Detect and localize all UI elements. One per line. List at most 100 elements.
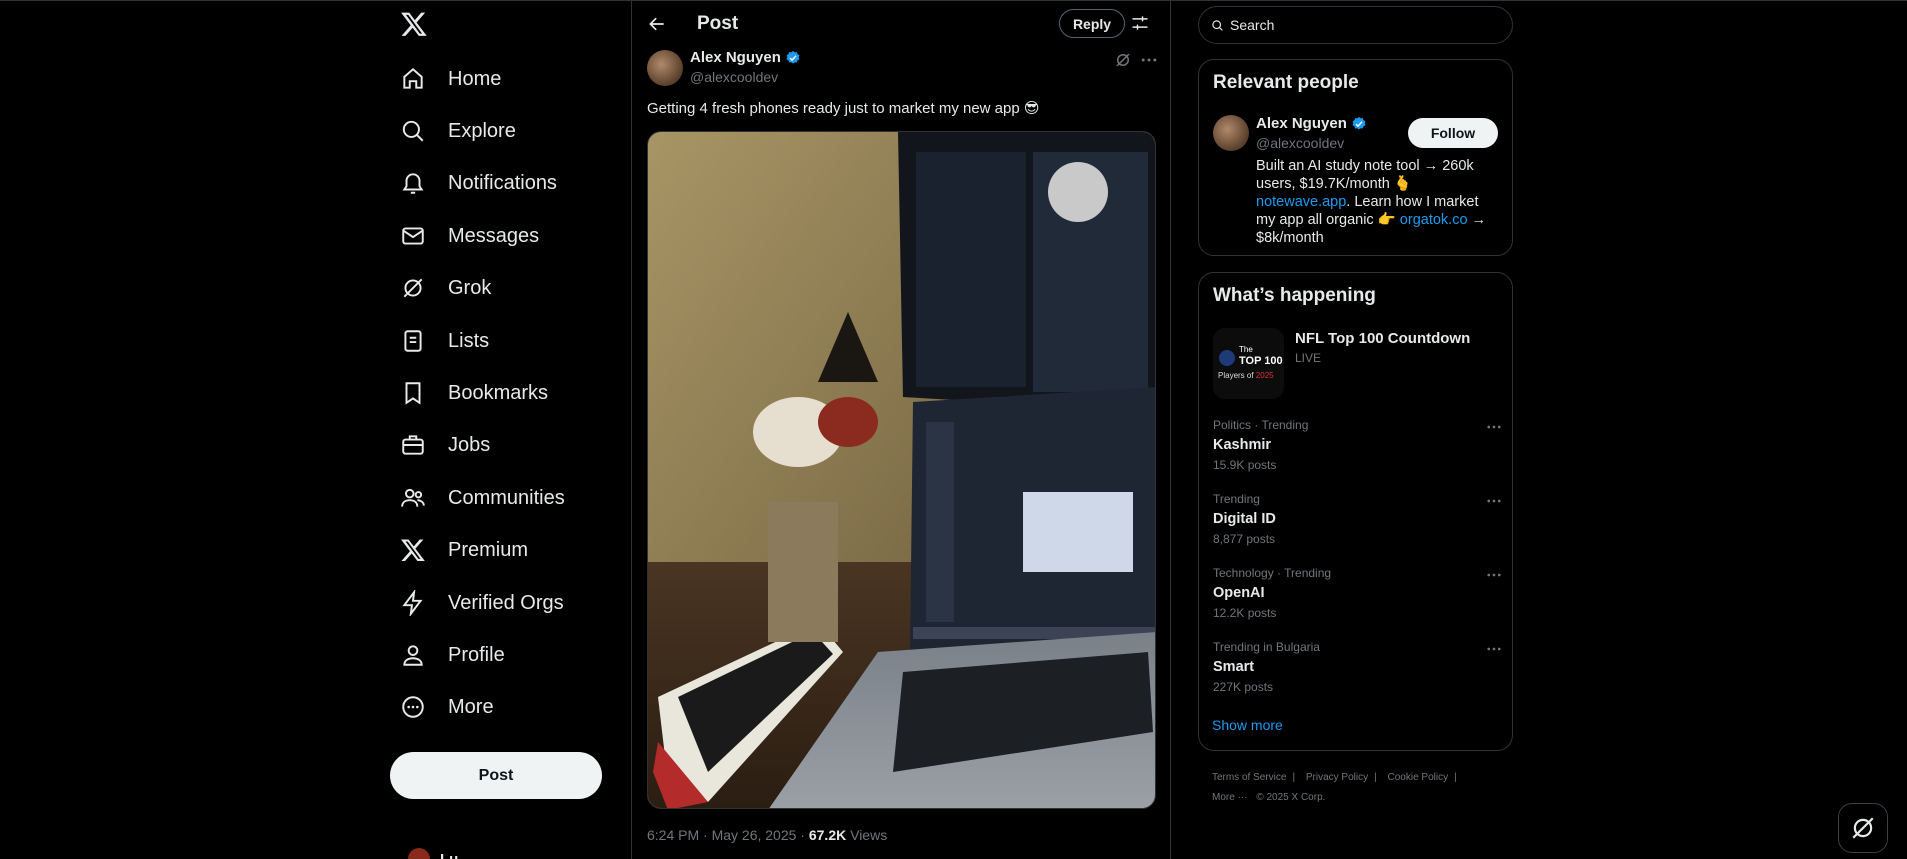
featured-trend-status: LIVE bbox=[1295, 351, 1322, 365]
trend-name: Kashmir bbox=[1213, 437, 1272, 453]
nav-item-bookmarks[interactable]: Bookmarks bbox=[400, 373, 548, 413]
relevant-person-name[interactable]: Alex Nguyen bbox=[1256, 115, 1367, 132]
x-logo-icon bbox=[400, 539, 425, 562]
page-title: Post bbox=[697, 13, 739, 34]
more-options-icon[interactable] bbox=[1485, 566, 1503, 584]
footer-more-link[interactable]: More ··· bbox=[1212, 792, 1248, 803]
people-icon bbox=[401, 488, 425, 507]
post-image[interactable] bbox=[647, 131, 1156, 809]
avatar bbox=[408, 848, 430, 859]
relevant-person-bio: Built an AI study note tool → 260k users… bbox=[1256, 157, 1501, 247]
privacy-link[interactable]: Privacy Policy bbox=[1306, 772, 1368, 783]
whats-happening-card: What’s happening The TOP 100 Players of … bbox=[1198, 272, 1513, 751]
home-icon bbox=[403, 67, 423, 89]
trend-item[interactable]: Technology · Trending OpenAI 12.2K posts bbox=[1213, 566, 1503, 620]
sidebar-nav: Home Explore Notifications Messages Grok… bbox=[388, 0, 632, 859]
post-button[interactable]: Post bbox=[390, 752, 602, 799]
author-handle[interactable]: @alexcooldev bbox=[690, 69, 778, 85]
verified-badge-icon bbox=[1352, 116, 1366, 130]
trend-context: Trending bbox=[1213, 492, 1260, 506]
nav-item-communities[interactable]: Communities bbox=[400, 478, 565, 518]
x-app: Home Explore Notifications Messages Grok… bbox=[0, 0, 1907, 859]
nav-item-explore[interactable]: Explore bbox=[400, 111, 516, 151]
nav-item-verified-orgs[interactable]: Verified Orgs bbox=[400, 583, 564, 623]
account-switcher[interactable]: Lu... bbox=[408, 848, 471, 859]
trend-context: Technology · Trending bbox=[1213, 566, 1332, 580]
relevant-person-handle[interactable]: @alexcooldev bbox=[1256, 135, 1344, 151]
trend-item[interactable]: Politics · Trending Kashmir 15.9K posts bbox=[1213, 418, 1503, 472]
list-icon bbox=[404, 330, 422, 352]
lightning-icon bbox=[402, 590, 423, 616]
person-icon bbox=[403, 645, 423, 666]
post-meta: 6:24 PM · May 26, 2025 · 67.2K Views bbox=[647, 827, 887, 843]
verified-badge-icon bbox=[786, 50, 800, 64]
trend-name: Digital ID bbox=[1213, 511, 1276, 527]
relevant-people-title: Relevant people bbox=[1213, 72, 1359, 93]
search-icon bbox=[402, 120, 424, 142]
trend-count: 12.2K posts bbox=[1213, 606, 1277, 620]
grok-icon[interactable] bbox=[1114, 51, 1132, 69]
nav-item-premium[interactable]: Premium bbox=[400, 530, 528, 570]
thumb-caption: Players of bbox=[1218, 371, 1256, 380]
nav-item-more[interactable]: More bbox=[400, 687, 494, 727]
sliders-icon[interactable] bbox=[1130, 13, 1150, 33]
follow-button[interactable]: Follow bbox=[1408, 118, 1498, 148]
search-box[interactable] bbox=[1198, 6, 1513, 44]
nav-label: More bbox=[448, 695, 494, 718]
divider: | bbox=[1292, 772, 1296, 783]
x-logo-icon[interactable] bbox=[400, 10, 430, 40]
back-arrow-icon[interactable] bbox=[647, 14, 667, 34]
author-name[interactable]: Alex Nguyen bbox=[690, 49, 801, 66]
post-header: Post Reply bbox=[632, 0, 1172, 48]
more-options-icon[interactable] bbox=[1485, 640, 1503, 658]
bio-link[interactable]: notewave.app bbox=[1256, 194, 1346, 210]
nav-item-jobs[interactable]: Jobs bbox=[400, 425, 490, 465]
featured-trend[interactable]: The TOP 100 Players of 2025 NFL Top 100 … bbox=[1213, 328, 1470, 399]
search-input[interactable] bbox=[1230, 17, 1490, 33]
avatar[interactable] bbox=[1213, 115, 1249, 151]
more-options-icon[interactable] bbox=[1139, 50, 1159, 70]
whats-happening-title: What’s happening bbox=[1213, 285, 1376, 306]
relevant-people-card: Relevant people Alex Nguyen @alexcooldev… bbox=[1198, 59, 1513, 256]
more-options-icon[interactable] bbox=[1485, 418, 1503, 436]
grok-icon bbox=[403, 278, 423, 298]
more-options-icon[interactable] bbox=[1485, 492, 1503, 510]
nav-item-messages[interactable]: Messages bbox=[400, 216, 539, 256]
nav-label: Messages bbox=[448, 224, 540, 247]
account-name: Lu... bbox=[440, 850, 471, 859]
nav-item-home[interactable]: Home bbox=[400, 59, 501, 99]
featured-trend-info: NFL Top 100 Countdown LIVE bbox=[1295, 328, 1470, 399]
cookie-link[interactable]: Cookie Policy bbox=[1388, 772, 1449, 783]
divider: | bbox=[1454, 772, 1457, 783]
briefcase-icon bbox=[402, 435, 424, 455]
envelope-icon bbox=[402, 227, 424, 245]
copyright: © 2025 X Corp. bbox=[1256, 792, 1326, 803]
person-name-text: Alex Nguyen bbox=[1256, 115, 1347, 132]
reply-button[interactable]: Reply bbox=[1059, 9, 1125, 38]
post-detail-column: Post Reply Alex Nguyen @alexcooldev Gett… bbox=[631, 0, 1171, 859]
thumb-text: TOP 100 bbox=[1239, 355, 1283, 367]
desk-photo bbox=[648, 132, 1155, 808]
nav-item-lists[interactable]: Lists bbox=[400, 321, 489, 361]
views-count: 67.2K bbox=[808, 827, 847, 843]
author-avatar[interactable] bbox=[647, 50, 683, 86]
grok-floating-button[interactable] bbox=[1838, 803, 1888, 853]
trend-thumbnail: The TOP 100 Players of 2025 bbox=[1213, 328, 1284, 399]
bio-link[interactable]: orgatok.co bbox=[1400, 212, 1468, 228]
nav-label: Jobs bbox=[448, 433, 491, 456]
divider: | bbox=[1374, 772, 1377, 783]
show-more-link[interactable]: Show more bbox=[1212, 717, 1283, 733]
trend-name: OpenAI bbox=[1213, 585, 1265, 601]
nav-item-grok[interactable]: Grok bbox=[400, 268, 491, 308]
search-icon bbox=[1212, 19, 1223, 31]
trend-count: 15.9K posts bbox=[1213, 458, 1277, 472]
terms-link[interactable]: Terms of Service bbox=[1212, 772, 1286, 783]
trend-count: 227K posts bbox=[1213, 680, 1274, 694]
post-timestamp[interactable]: 6:24 PM · May 26, 2025 · bbox=[647, 827, 809, 843]
nav-label: Communities bbox=[448, 486, 565, 509]
nav-item-profile[interactable]: Profile bbox=[400, 635, 505, 675]
trend-item[interactable]: Trending Digital ID 8,877 posts bbox=[1213, 492, 1503, 546]
more-circle-icon bbox=[402, 696, 424, 718]
nav-item-notifications[interactable]: Notifications bbox=[400, 163, 557, 203]
trend-item[interactable]: Trending in Bulgaria Smart 227K posts bbox=[1213, 640, 1503, 694]
